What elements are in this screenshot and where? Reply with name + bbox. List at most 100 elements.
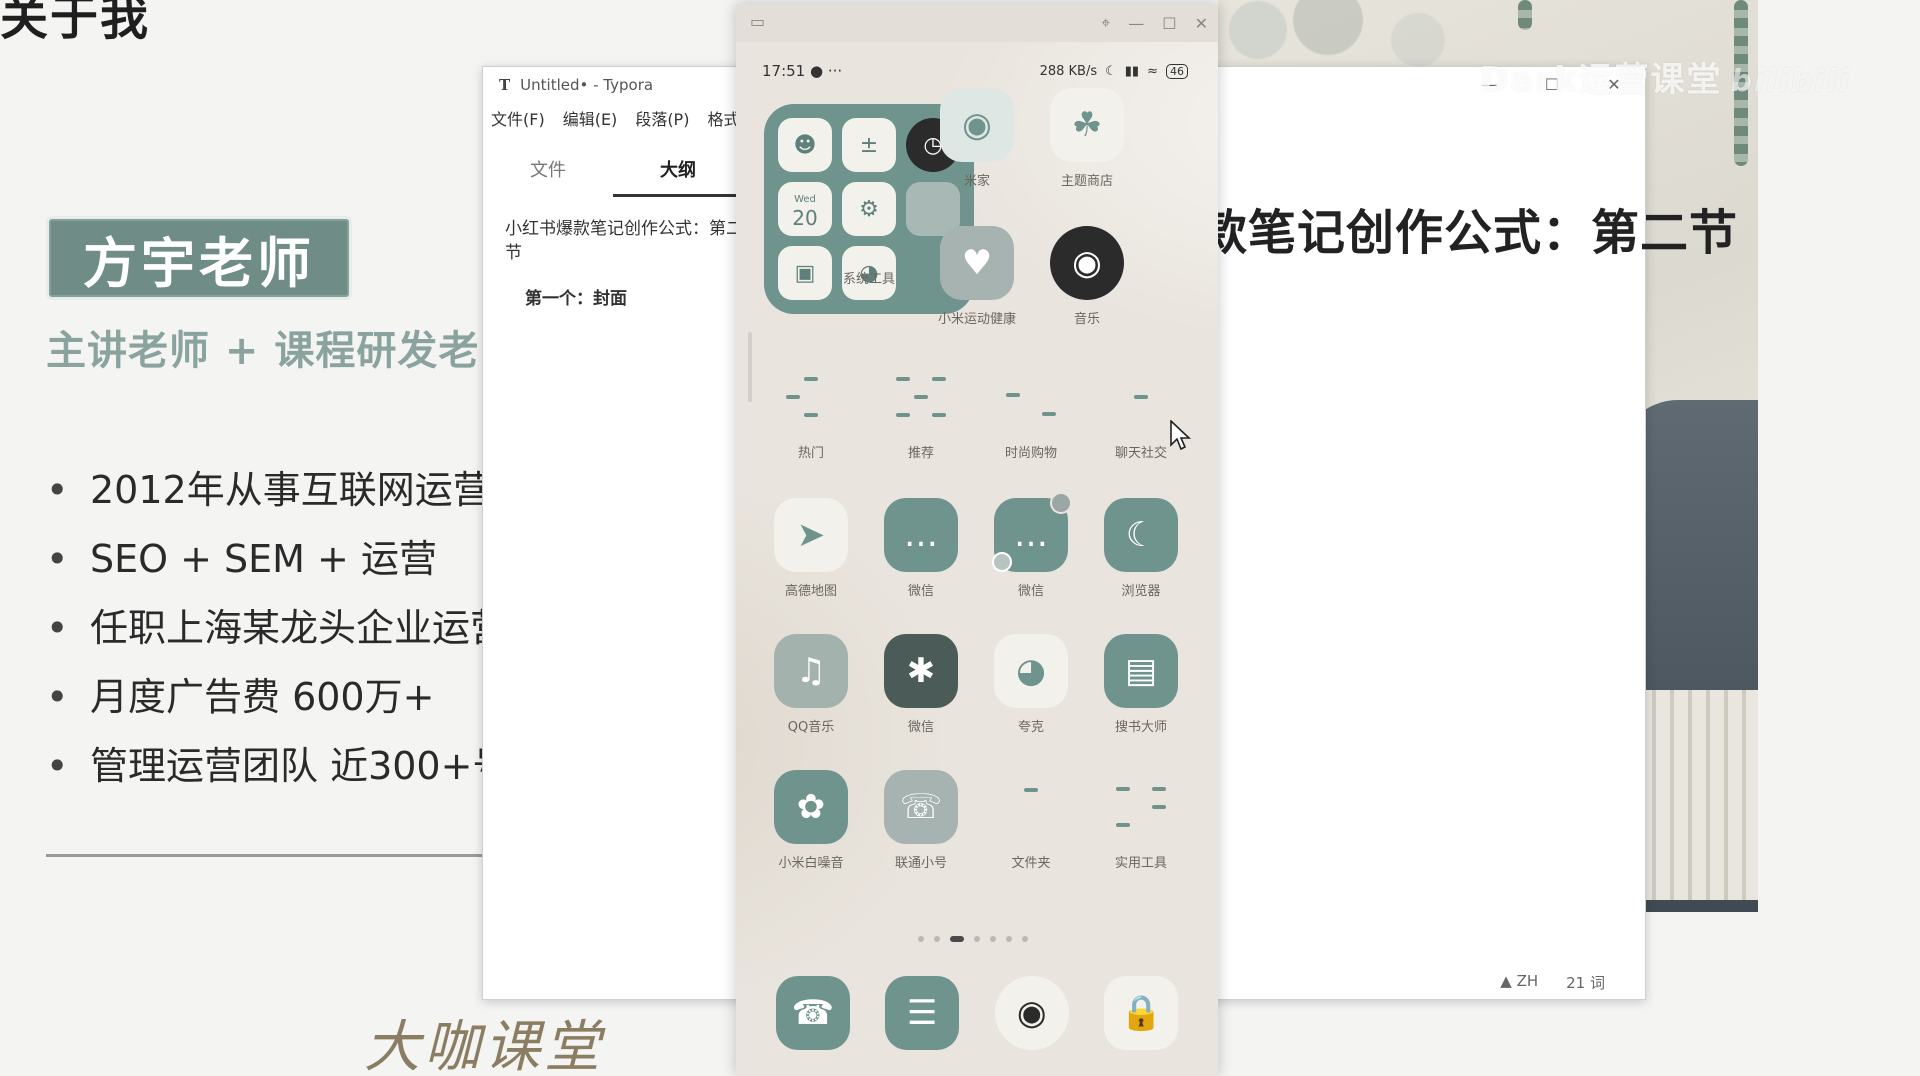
folder-grid-icon — [994, 360, 1068, 434]
mirror-titlebar: ▭ ⌖ — ☐ ✕ — [736, 4, 1218, 42]
app-label: 微信 — [907, 720, 934, 735]
app-music[interactable]: ◉ 音乐 — [1032, 226, 1142, 327]
leaf-icon: ✿ — [774, 770, 848, 844]
planet-icon: ☾ — [1104, 498, 1178, 572]
open-book-icon: ▤ — [1104, 634, 1178, 708]
moon-icon: ☾ — [1105, 63, 1117, 79]
app-white-noise[interactable]: ✿ 小米白噪音 — [756, 770, 866, 871]
slide-heading: 关于我 — [0, 0, 151, 46]
tab-outline[interactable]: 大纲 — [613, 153, 743, 197]
folder-files[interactable]: 文件夹 — [976, 770, 1086, 871]
footer-logo: 大咖课堂 — [364, 1015, 604, 1076]
app-label: 米家 — [963, 174, 990, 189]
phone-status-bar: 17:51 ● ··· 288 KB/s ☾ ▮▮ ≈ 46 — [762, 62, 1188, 80]
app-qq-music[interactable]: ♫ QQ音乐 — [756, 634, 866, 735]
dock-store-icon[interactable]: 🔒 — [1104, 976, 1179, 1050]
app-label: 微信 — [1017, 584, 1044, 599]
app-mi-fitness[interactable]: ♥ 小米运动健康 — [922, 226, 1032, 327]
teacher-name-badge: 方宇老师 — [46, 216, 352, 300]
menu-edit[interactable]: 编辑(E) — [563, 106, 618, 130]
app-label: 小米白噪音 — [778, 856, 844, 871]
close-icon[interactable]: ✕ — [1195, 14, 1208, 33]
bullet-item: 管理运营团队 近300+号 — [46, 738, 510, 807]
page-dot-active[interactable] — [950, 936, 964, 942]
app-label: 夸克 — [1017, 720, 1044, 735]
app-label: 浏览器 — [1121, 584, 1161, 599]
app-label: 文件夹 — [1011, 856, 1051, 871]
wifi-icon: ≈ — [1147, 63, 1158, 79]
app-label: 系统工具 — [842, 272, 895, 287]
tab-files[interactable]: 文件 — [483, 153, 613, 197]
app-quark[interactable]: ◕ 夸克 — [976, 634, 1086, 735]
video-watermark: Dark运营课堂 bilibili — [1480, 60, 1852, 100]
app-wechat[interactable]: … 微信 — [866, 498, 976, 599]
theme-store-icon: ☘ — [1050, 88, 1124, 162]
app-theme-store[interactable]: ☘ 主题商店 — [1032, 88, 1142, 189]
mijia-icon: ◉ — [940, 88, 1014, 162]
star-chat-icon: ✱ — [884, 634, 958, 708]
outline-panel: 小红书爆款笔记创作公式：第二节 第一个：封面 — [505, 217, 745, 311]
page-dot[interactable] — [934, 936, 940, 942]
minimize-icon[interactable]: — — [1128, 14, 1144, 33]
net-speed: 288 KB/s — [1039, 63, 1098, 79]
scroll-indicator — [748, 332, 752, 402]
word-count[interactable]: 21 词 — [1566, 972, 1605, 993]
input-language[interactable]: ▲ ZH — [1500, 972, 1538, 993]
app-browser[interactable]: ☾ 浏览器 — [1086, 498, 1196, 599]
folder-utilities[interactable]: 实用工具 — [1086, 770, 1196, 871]
navigation-arrow-icon: ➤ — [774, 498, 848, 572]
bullet-item: 2012年从事互联网运营 — [46, 462, 510, 531]
app-label: 时尚购物 — [1004, 446, 1057, 461]
quark-ring-icon: ◕ — [994, 634, 1068, 708]
dock-phone-icon[interactable]: ☎ — [775, 976, 850, 1050]
vine-decoration — [1518, 0, 1532, 30]
outline-item-sub[interactable]: 第一个：封面 — [525, 287, 745, 311]
chat-bubble-icon: … — [884, 498, 958, 572]
page-dot[interactable] — [990, 936, 996, 942]
dock-camera-icon[interactable]: ◉ — [994, 976, 1069, 1050]
menu-file[interactable]: 文件(F) — [491, 106, 545, 130]
menu-paragraph[interactable]: 段落(P) — [635, 106, 689, 130]
folder-shopping[interactable]: 时尚购物 — [976, 360, 1086, 461]
page-dot[interactable] — [974, 936, 980, 942]
app-label: 实用工具 — [1114, 856, 1167, 871]
app-label: 微信 — [907, 584, 934, 599]
window-title: Untitled• - Typora — [520, 76, 654, 94]
app-unicom[interactable]: ☏ 联通小号 — [866, 770, 976, 871]
app-amap[interactable]: ➤ 高德地图 — [756, 498, 866, 599]
folder-hot[interactable]: 热门 — [756, 360, 866, 461]
folder-grid-icon — [884, 360, 958, 434]
phone-handset-icon: ☏ — [884, 770, 958, 844]
outline-item-title[interactable]: 小红书爆款笔记创作公式：第二节 — [505, 217, 745, 265]
app-wechat-work[interactable]: ✱ 微信 — [866, 634, 976, 735]
folder-recommend[interactable]: 推荐 — [866, 360, 976, 461]
app-label: 热门 — [797, 446, 824, 461]
sidebar-tabs: 文件 大纲 — [483, 153, 743, 197]
app-label: 联通小号 — [894, 856, 947, 871]
app-book-search[interactable]: ▤ 搜书大师 — [1086, 634, 1196, 735]
app-wechat-clone[interactable]: … 微信 — [976, 492, 1086, 599]
app-mijia[interactable]: ◉ 米家 — [922, 88, 1032, 189]
app-label: QQ音乐 — [787, 720, 835, 735]
status-icons: 288 KB/s ☾ ▮▮ ≈ 46 — [1040, 62, 1188, 80]
music-disc-icon: ◉ — [1050, 226, 1124, 300]
settings-icon: ⚙ — [842, 182, 896, 236]
page-dot[interactable] — [1006, 936, 1012, 942]
maximize-icon[interactable]: ☐ — [1162, 14, 1176, 33]
slide-divider — [46, 854, 506, 857]
app-label: 高德地图 — [784, 584, 837, 599]
app-label: 音乐 — [1073, 312, 1100, 327]
folder-grid-icon — [774, 360, 848, 434]
contacts-icon: ☻ — [778, 118, 832, 172]
dock: ☎ ☰ ◉ 🔒 — [736, 976, 1218, 1050]
folder-grid-icon — [994, 770, 1068, 844]
heart-icon: ♥ — [940, 226, 1014, 300]
typora-logo-icon: T — [499, 76, 511, 94]
mirror-menu-icon[interactable]: ▭ — [750, 12, 765, 31]
dock-messages-icon[interactable]: ☰ — [885, 976, 960, 1050]
bullet-list: 2012年从事互联网运营 SEO + SEM + 运营 任职上海某龙头企业运营 … — [46, 462, 510, 807]
calendar-icon: Wed 20 — [778, 182, 832, 236]
page-dot[interactable] — [918, 936, 924, 942]
pin-icon[interactable]: ⌖ — [1101, 13, 1110, 33]
page-dot[interactable] — [1022, 936, 1028, 942]
